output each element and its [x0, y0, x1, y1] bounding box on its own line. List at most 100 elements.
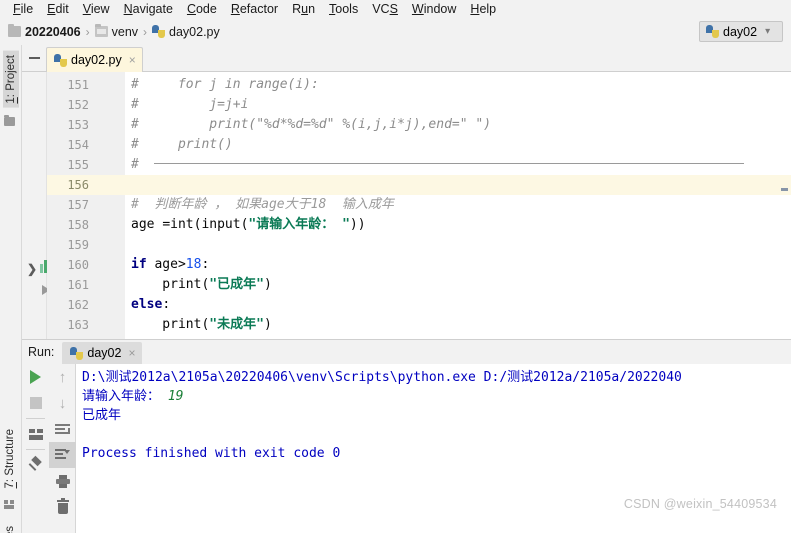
- pin-tab-button[interactable]: [22, 452, 49, 478]
- console-line: 已成年: [82, 406, 121, 425]
- sidebar-tab-favorites[interactable]: Favorites: [4, 526, 16, 533]
- python-run-icon: [70, 346, 84, 360]
- close-icon[interactable]: ×: [128, 347, 135, 359]
- code-line: # j=j+i: [131, 95, 248, 115]
- scroll-to-end-button[interactable]: [49, 442, 76, 468]
- breadcrumb-folder[interactable]: venv: [94, 24, 139, 39]
- code-token: "请输入年龄： ": [248, 217, 350, 232]
- toolbar-divider: [26, 449, 45, 450]
- console-text: Process finished with exit code 0: [82, 446, 341, 461]
- print-button[interactable]: [49, 468, 76, 494]
- scroll-down-button[interactable]: ↓: [49, 390, 76, 416]
- menu-bar: File Edit View Navigate Code Refactor Ru…: [0, 0, 791, 18]
- code-line: age =int(input("请输入年龄： ")): [131, 215, 366, 235]
- code-token: #: [131, 157, 155, 172]
- code-editor[interactable]: ❯ 151 152 153 154 155 156 157 158 159 160 161 162 16…: [22, 72, 791, 340]
- rerun-button[interactable]: [22, 364, 49, 390]
- menu-item-edit[interactable]: Edit: [40, 0, 76, 18]
- line-number: 156: [67, 178, 89, 192]
- breadcrumb-folder-label: venv: [111, 24, 139, 39]
- menu-item-vcs[interactable]: VCS: [365, 0, 405, 18]
- code-token: ): [263, 317, 272, 332]
- arrow-down-icon: ↓: [58, 394, 67, 412]
- editor-tab-label: day02.py: [71, 53, 122, 67]
- line-number: 152: [67, 98, 89, 112]
- run-tab-day02[interactable]: day02 ×: [62, 341, 143, 365]
- code-line: # for j in range(i):: [131, 75, 319, 95]
- code-token: age>: [146, 257, 186, 272]
- menu-item-code[interactable]: Code: [180, 0, 224, 18]
- current-line-highlight: [125, 175, 791, 195]
- sidebar-tab-project[interactable]: 1: Project: [3, 51, 19, 108]
- clear-all-button[interactable]: [49, 494, 76, 520]
- menu-item-file[interactable]: File: [6, 0, 40, 18]
- console-line: Process finished with exit code 0: [82, 444, 340, 463]
- close-icon[interactable]: ×: [129, 54, 136, 66]
- menu-item-run[interactable]: Run: [285, 0, 322, 18]
- console-text: D:\测试2012a\2105a\20220406\venv\Scripts\p…: [82, 370, 682, 385]
- run-tab-label: day02: [87, 346, 122, 360]
- code-token: )): [349, 217, 366, 232]
- code-text-area[interactable]: # for j in range(i): # j=j+i # print("%d*%…: [125, 72, 791, 339]
- line-number: 163: [67, 318, 89, 332]
- line-number: 161: [67, 278, 89, 292]
- breadcrumb-separator-2: ›: [143, 24, 148, 39]
- menu-item-navigate[interactable]: Navigate: [117, 0, 180, 18]
- code-token: =: [162, 217, 171, 232]
- breadcrumb: 20220406 › venv › day02.py: [0, 24, 220, 39]
- console-line: D:\测试2012a\2105a\20220406\venv\Scripts\p…: [82, 368, 682, 387]
- scroll-up-button[interactable]: ↑: [49, 364, 76, 390]
- structure-icon: [4, 500, 15, 509]
- code-line: #: [131, 155, 745, 175]
- code-line: if age>18:: [131, 255, 209, 275]
- code-token: "已成年": [209, 277, 264, 292]
- stop-button[interactable]: [22, 390, 49, 416]
- pycharm-window: File Edit View Navigate Code Refactor Ru…: [0, 0, 791, 533]
- code-token: :: [201, 257, 210, 272]
- breadcrumb-file-label: day02.py: [169, 24, 220, 39]
- console-text: 已成年: [82, 408, 122, 423]
- code-token: # 判断年龄 ， 如果age大于18 输入成年: [131, 197, 394, 212]
- line-number: 153: [67, 118, 89, 132]
- code-line: # print("%d*%d=%d" %(i,j,i*j),end=" "): [131, 115, 491, 135]
- breadcrumb-project-label: 20220406: [25, 24, 81, 39]
- left-tool-strip: 1: Project 7: Structure Favorites: [0, 45, 22, 533]
- show-layout-button[interactable]: [22, 421, 49, 447]
- pin-icon: [28, 455, 43, 473]
- run-toolbar-primary: [22, 364, 49, 533]
- menu-item-refactor[interactable]: Refactor: [224, 0, 285, 18]
- code-token: else: [131, 297, 163, 312]
- line-number: 162: [67, 298, 89, 312]
- menu-item-help[interactable]: Help: [463, 0, 503, 18]
- breadcrumb-file[interactable]: day02.py: [152, 25, 220, 39]
- sidebar-tab-structure[interactable]: 7: Structure: [4, 429, 16, 488]
- code-token: :: [162, 297, 171, 312]
- run-configuration-name: day02: [723, 24, 758, 39]
- line-number: 160: [67, 258, 89, 272]
- line-number: 159: [67, 238, 89, 252]
- soft-wrap-button[interactable]: [49, 416, 76, 442]
- python-file-icon: [152, 25, 166, 38]
- line-number: 151: [67, 78, 89, 92]
- line-number: 155: [67, 158, 89, 172]
- folder-open-icon: [94, 24, 108, 37]
- run-configuration-selector[interactable]: day02 ▾: [699, 21, 783, 42]
- collapse-all-button[interactable]: [22, 45, 46, 71]
- code-token: # print(): [131, 137, 233, 152]
- menu-item-window[interactable]: Window: [405, 0, 463, 18]
- code-token: # for j in range(i):: [131, 77, 319, 92]
- chevron-right-icon[interactable]: ❯: [27, 262, 37, 276]
- run-window-label: Run:: [28, 345, 55, 359]
- editor-tab-day02[interactable]: day02.py ×: [46, 47, 143, 72]
- editor-tab-bar: day02.py ×: [22, 45, 791, 72]
- scrollbar-marker[interactable]: [781, 188, 788, 191]
- watermark: CSDN @weixin_54409534: [623, 497, 777, 511]
- code-token: # j=j+i: [131, 97, 249, 112]
- editor-gutter: 151 152 153 154 155 156 157 158 159 160 161 162 163: [47, 72, 156, 339]
- code-token: ): [263, 277, 272, 292]
- menu-item-tools[interactable]: Tools: [322, 0, 365, 18]
- breadcrumb-project[interactable]: 20220406: [8, 24, 81, 39]
- code-line: # print(): [131, 135, 233, 155]
- trash-icon: [56, 498, 69, 514]
- menu-item-view[interactable]: View: [76, 0, 117, 18]
